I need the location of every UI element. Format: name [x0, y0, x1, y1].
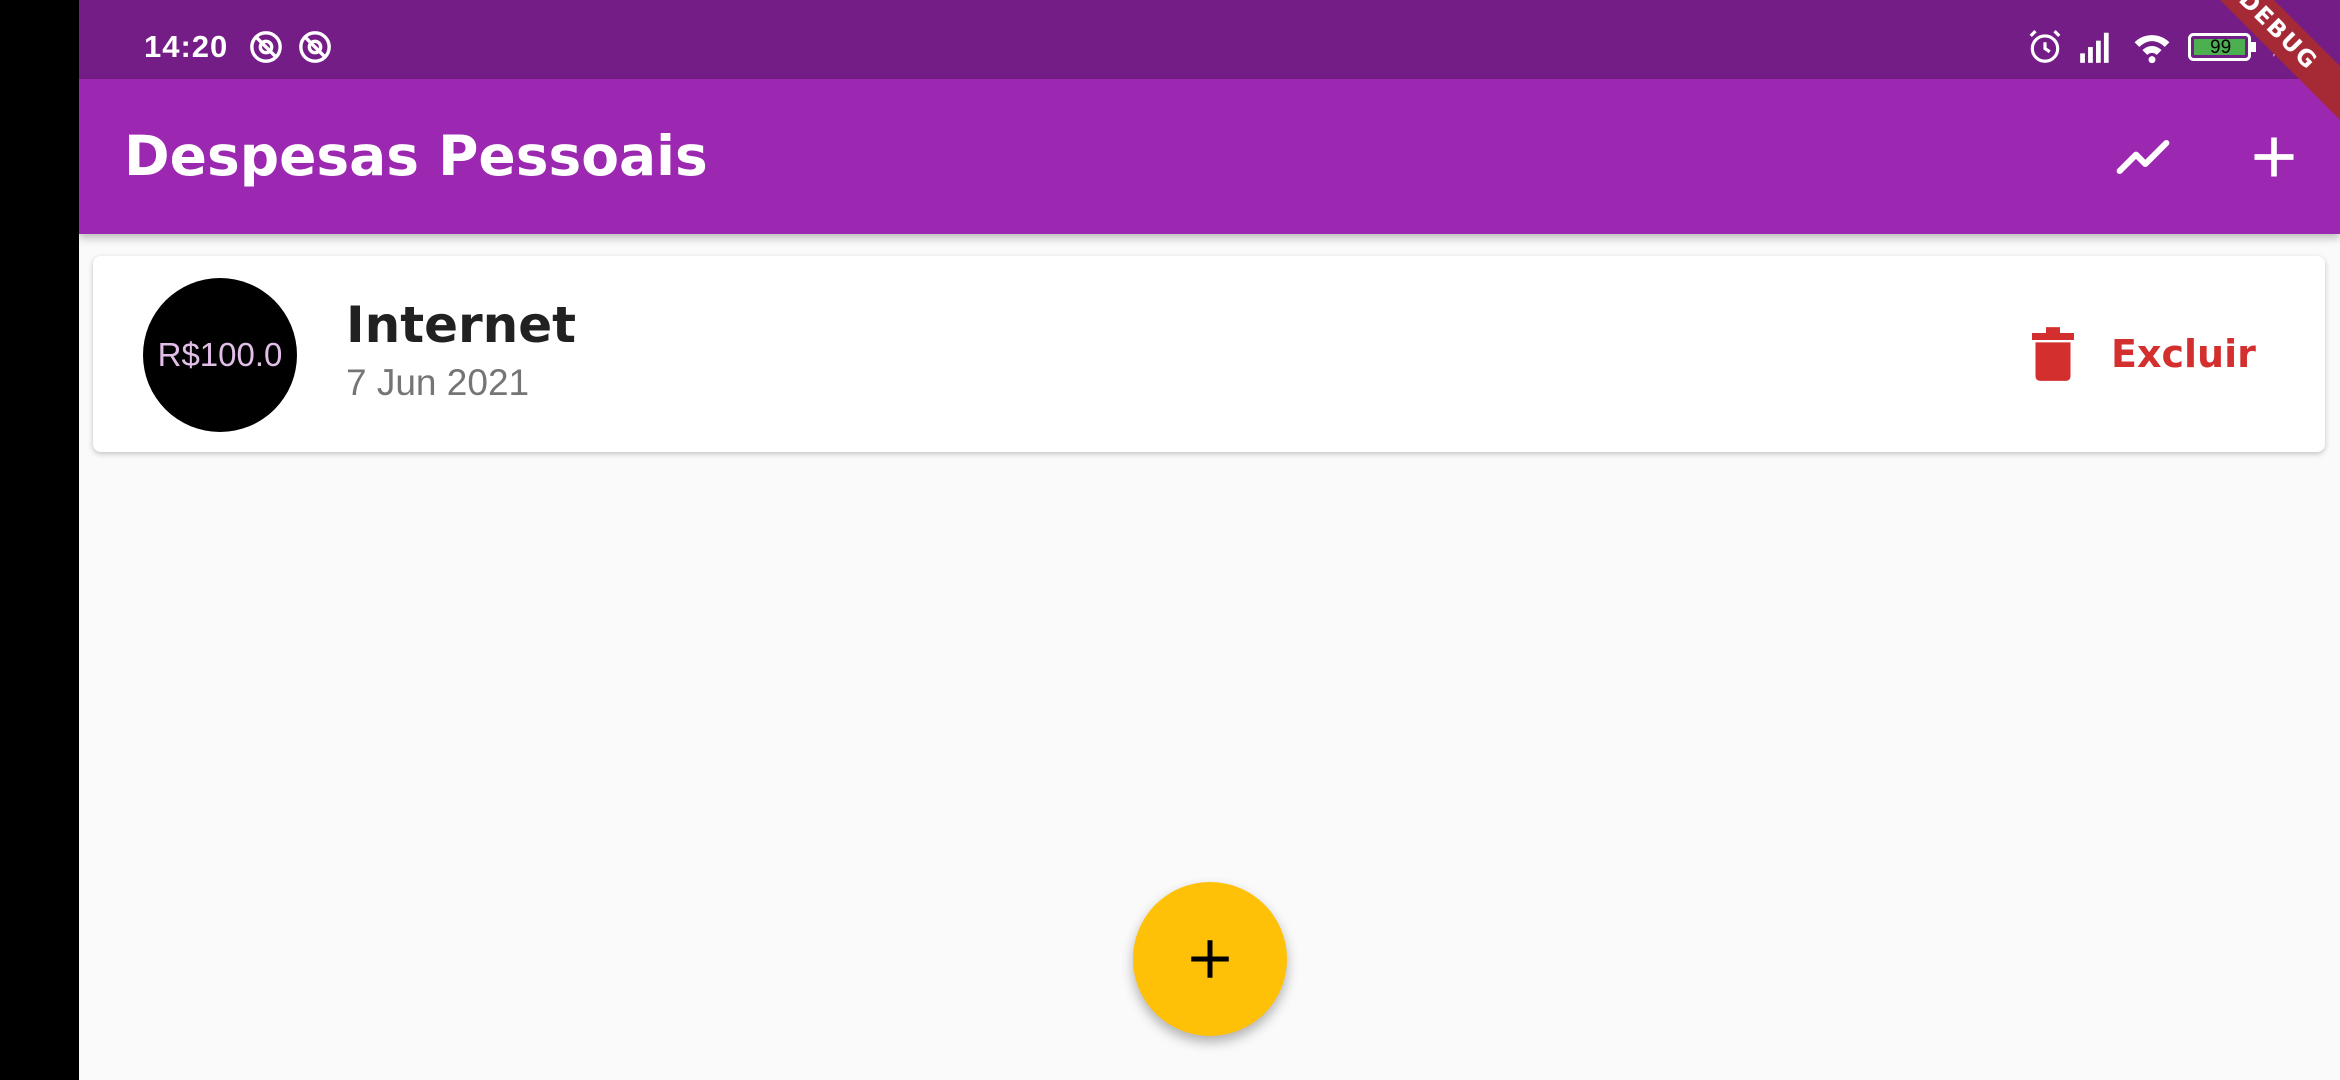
signal-icon [2080, 32, 2109, 63]
delete-button[interactable]: Excluir [2031, 318, 2256, 390]
at-sign-icon [250, 31, 282, 63]
show-chart-button[interactable] [2105, 119, 2181, 195]
status-time: 14:20 [144, 29, 229, 64]
wifi-icon [2134, 35, 2170, 64]
transaction-amount: R$100.0 [157, 336, 283, 373]
add-transaction-button[interactable] [2236, 119, 2312, 195]
add-icon [2254, 137, 2294, 177]
status-bar: 14:20 99 [79, 0, 2340, 79]
transaction-list: R$100.0 Internet 7 Jun 2021 Excluir [93, 256, 2325, 452]
at-sign-icon [299, 31, 331, 63]
fab-add-button[interactable] [1133, 882, 1287, 1036]
battery-level: 99 [2210, 37, 2232, 58]
amount-avatar: R$100.0 [143, 278, 297, 432]
battery-icon: 99 [2188, 33, 2258, 61]
device-screen: 14:20 99 DEBUG Despesas Pessoais R$100.0… [0, 0, 2340, 1080]
app-window: 14:20 99 DEBUG Despesas Pessoais R$100.0… [79, 0, 2340, 1080]
trash-icon [2032, 327, 2074, 381]
app-title: Despesas Pessoais [124, 124, 708, 188]
show-chart-icon [2116, 139, 2170, 175]
app-bar: Despesas Pessoais [79, 79, 2340, 234]
delete-label: Excluir [2111, 332, 2256, 376]
add-icon [1191, 940, 1229, 978]
alarm-icon [2029, 30, 2061, 63]
transaction-card: R$100.0 Internet 7 Jun 2021 Excluir [93, 256, 2325, 452]
transaction-date: 7 Jun 2021 [346, 362, 530, 403]
transaction-title: Internet [346, 296, 577, 354]
